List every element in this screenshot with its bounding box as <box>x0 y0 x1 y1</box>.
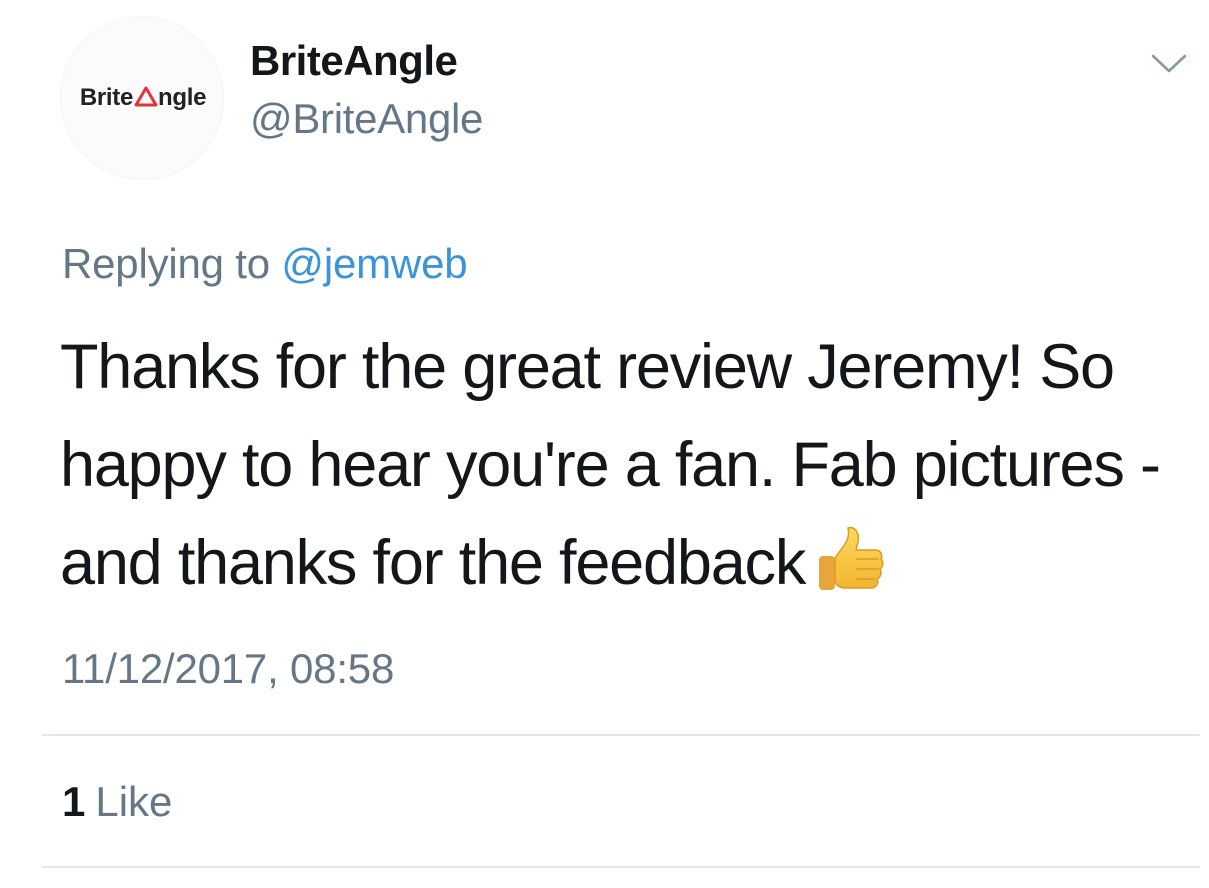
thumbs-up-icon <box>819 526 884 590</box>
triangle-logo-icon <box>134 86 158 107</box>
avatar[interactable]: Brite ngle <box>60 16 224 180</box>
logo-text-left: Brite <box>79 84 134 111</box>
divider <box>42 734 1200 736</box>
likes-count: 1 <box>62 778 86 825</box>
tweet-body: Thanks for the great review Jeremy! So h… <box>60 332 1161 598</box>
tweet-timestamp: 11/12/2017, 08:58 <box>62 645 395 692</box>
tweet-text: Thanks for the great review Jeremy! So h… <box>60 318 1170 612</box>
likes-label: Like <box>95 778 173 825</box>
replying-to-label: Replying to <box>62 240 270 287</box>
chevron-down-icon[interactable] <box>1150 52 1188 76</box>
reply-mention-link[interactable]: @jemweb <box>281 240 467 287</box>
brand-logo: Brite ngle <box>79 84 207 112</box>
display-name[interactable]: BriteAngle <box>250 37 458 85</box>
likes-count-link[interactable]: 1 Like <box>62 778 172 826</box>
user-handle[interactable]: @BriteAngle <box>250 95 483 143</box>
divider <box>42 866 1200 868</box>
replying-to-line: Replying to @jemweb <box>62 240 468 288</box>
logo-text-right: ngle <box>158 84 207 111</box>
